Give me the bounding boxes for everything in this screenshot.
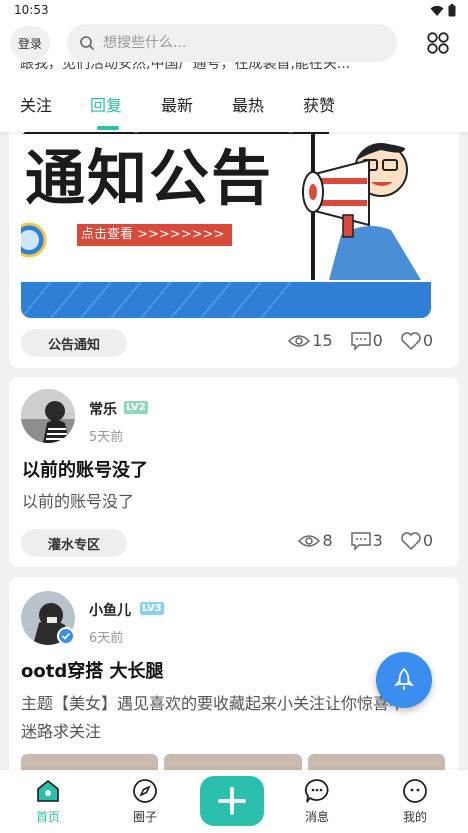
avatar[interactable] [21,389,75,443]
eye-icon [288,334,311,347]
grid-icon [427,32,449,54]
back-to-top-button[interactable] [376,652,432,708]
post-image[interactable] [164,754,302,770]
tab-reply[interactable]: 回复 [90,92,122,116]
create-post-button[interactable] [200,776,264,826]
login-button[interactable]: 登录 [10,26,50,60]
bottom-nav: 首页 圈子 消息 我的 [0,770,468,833]
top-bar: 登录 [0,22,468,62]
post-stats: 15 0 0 [270,331,433,350]
tab-latest[interactable]: 最新 [161,92,193,116]
comment-icon [350,531,371,550]
views-count: 8 [322,531,333,550]
comment-icon [350,331,371,350]
battery-icon [448,4,456,17]
views-stat: 15 [288,331,333,350]
plus-icon [218,787,246,815]
nav-circle[interactable]: 圈子 [115,778,175,825]
nav-label: 首页 [35,810,60,824]
nav-messages[interactable]: 消息 [287,778,347,825]
status-time: 10:53 [14,3,49,17]
post-image-strip[interactable] [21,754,445,770]
avatar-image [21,389,75,443]
views-count: 15 [312,331,333,350]
search-input[interactable] [103,35,363,51]
username[interactable]: 常乐 [89,399,117,419]
post-stats: 8 3 0 [280,531,433,550]
nav-label: 圈子 [132,810,157,824]
feed-tabs: 关注 回复 最新 最热 获赞 [0,74,468,132]
announcement-banner[interactable]: 通知公告 点击查看 >>>>>>>> [21,130,431,318]
post-title[interactable]: 以前的账号没了 [22,456,148,482]
rocket-icon [393,668,415,690]
peek-text: 跟我，见们活动安然,中国广通号，在成装首,能在关... [20,62,351,72]
banner-button[interactable]: 点击查看 >>>>>>>> [81,226,224,244]
level-badge: LV2 [124,401,148,414]
views-stat: 8 [298,531,333,550]
avatar[interactable] [21,591,75,645]
username[interactable]: 小鱼儿 [89,600,131,620]
nav-home[interactable]: 首页 [18,778,78,825]
nav-label: 我的 [402,810,427,824]
post-time: 5天前 [89,430,124,445]
announcement-card[interactable]: 通知公告 点击查看 >>>>>>>> 公告通知 15 0 0 [9,100,459,368]
post-body[interactable]: 以前的账号没了 [22,489,134,515]
post-body-line2[interactable]: 迷路求关注 [21,719,101,745]
comments-count: 0 [372,331,383,350]
post-card[interactable]: 常乐 LV2 5天前 以前的账号没了 以前的账号没了 灌水专区 8 3 0 [9,377,459,567]
nav-label: 消息 [304,810,329,824]
wifi-icon [430,5,444,16]
likes-count: 0 [422,531,433,550]
comments-stat[interactable]: 3 [350,531,383,550]
category-tag[interactable]: 灌水专区 [21,529,127,557]
tab-follow[interactable]: 关注 [20,92,52,116]
likes-count: 0 [422,331,433,350]
system-icons [430,4,456,17]
comments-count: 3 [372,531,383,550]
tab-liked[interactable]: 获赞 [303,92,335,116]
chat-icon [304,779,329,803]
post-title[interactable]: ootd穿搭 大长腿 [21,657,164,683]
level-badge: LV3 [140,602,164,615]
search-bar[interactable] [67,24,397,62]
category-grid-button[interactable] [424,29,452,57]
nav-profile[interactable]: 我的 [385,778,445,825]
home-icon [37,779,59,802]
comments-stat[interactable]: 0 [350,331,383,350]
eye-icon [298,534,321,547]
search-icon [80,36,95,51]
likes-stat[interactable]: 0 [401,531,433,550]
heart-icon [401,531,421,550]
post-image[interactable] [307,754,445,770]
active-tab-indicator [97,126,119,130]
heart-icon [401,331,421,350]
tab-hottest[interactable]: 最热 [232,92,264,116]
compass-icon [133,779,157,803]
post-time: 6天前 [89,631,124,646]
verified-icon [57,627,75,645]
scrolled-content-peek: 跟我，见们活动安然,中国广通号，在成装首,能在关... [0,62,468,74]
category-tag[interactable]: 公告通知 [21,329,127,357]
status-bar: 10:53 [0,0,468,22]
banner-title: 通知公告 [25,144,273,214]
post-image[interactable] [21,754,159,770]
profile-icon [403,779,427,803]
likes-stat[interactable]: 0 [401,331,433,350]
